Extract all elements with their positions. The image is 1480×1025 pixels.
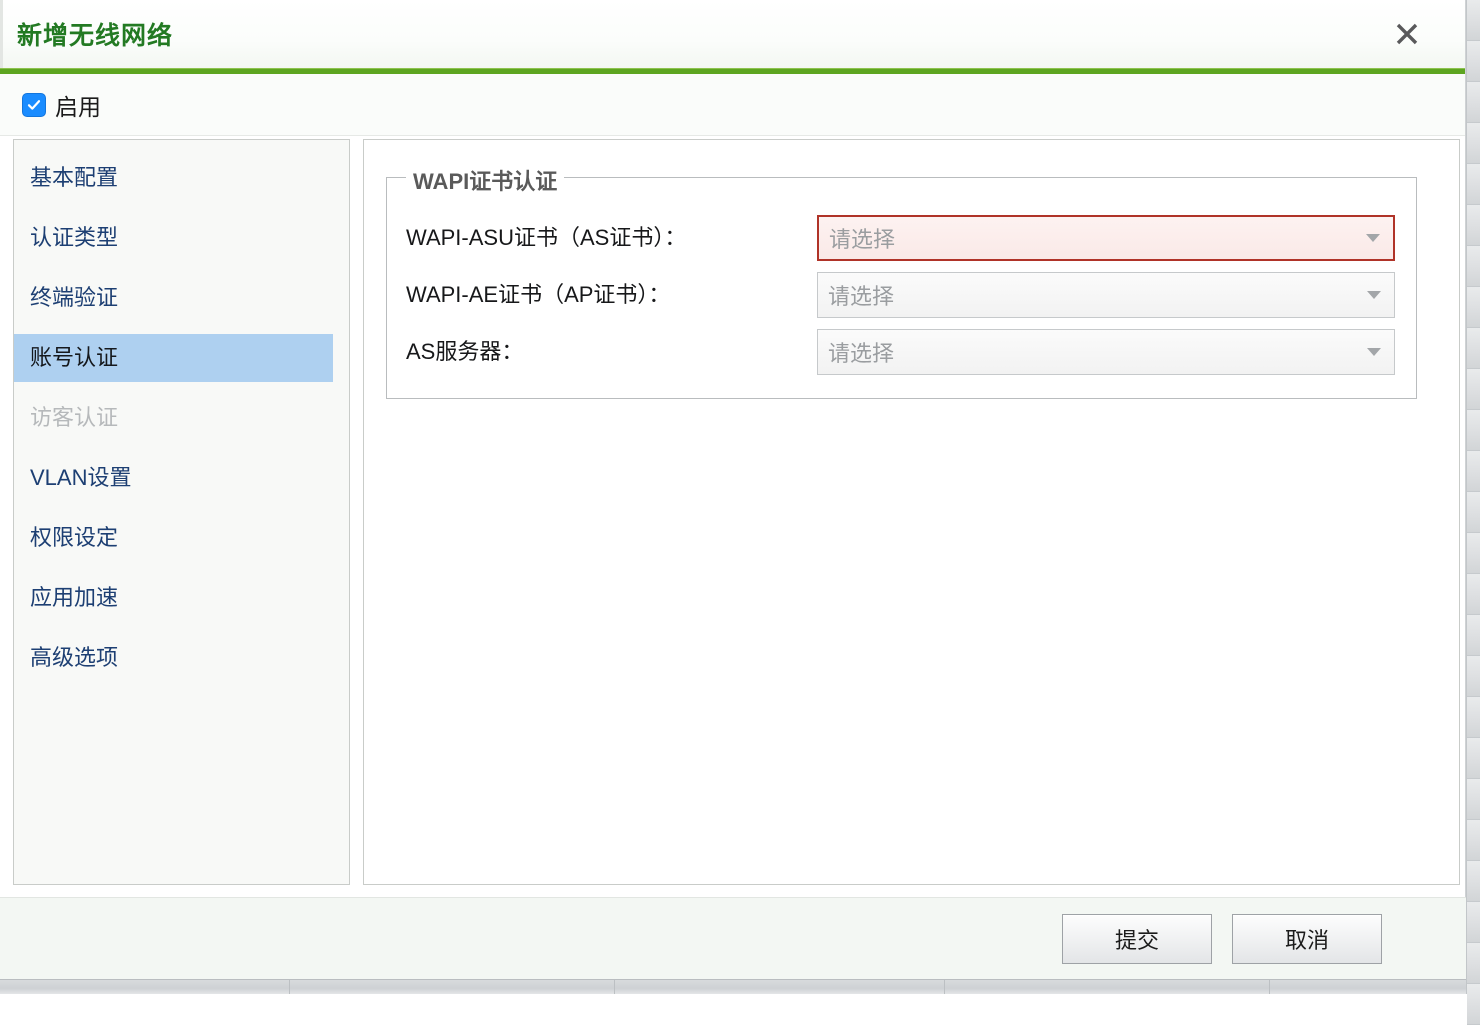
sidebar-item-terminal-verify[interactable]: 终端验证 [14,274,349,322]
background-table-row [1467,697,1480,738]
sidebar-item-guest-auth: 访客认证 [30,405,119,430]
as-server-select[interactable]: 请选择 [817,329,1395,375]
enable-checkbox[interactable] [22,92,46,117]
background-table-row [1467,533,1480,574]
wapi-ae-cert-value: 请选择 [828,284,895,309]
chevron-down-icon[interactable] [1354,330,1394,374]
background-table-row [1467,0,1480,41]
background-table-row [1467,41,1480,82]
wapi-cert-auth-fieldset: WAPI证书认证 WAPI-ASU证书（AS证书）： 请选择 WAPI-AE证书… [386,164,1417,399]
background-table-column [0,980,290,994]
sidebar-nav: 基本配置 认证类型 终端验证 账号认证 访客认证 VLAN设置 权限设定 应用加… [13,139,350,885]
background-table-column [945,980,1270,994]
add-wireless-network-dialog: 新增无线网络 启用 基本配置 认证类型 终端验证 账号认证 访客认证 VLAN设… [0,0,1466,979]
background-table-row [1467,205,1480,246]
enable-label: 启用 [55,93,101,120]
background-table-row [1467,902,1480,943]
chevron-down-icon[interactable] [1353,217,1393,259]
dialog-titlebar: 新增无线网络 [0,0,1465,68]
wapi-asu-cert-select[interactable]: 请选择 [817,215,1395,261]
background-table-row [1467,328,1480,369]
submit-button[interactable]: 提交 [1062,913,1212,964]
chevron-down-icon[interactable] [1354,273,1394,317]
background-table-row [1467,574,1480,615]
background-table-row [1467,164,1480,205]
background-table-header [0,979,1466,994]
enable-row: 启用 [0,74,1465,136]
as-server-label: AS服务器： [406,339,524,364]
form-row-wapi-asu-cert: WAPI-ASU证书（AS证书）： 请选择 [387,215,1416,261]
sidebar-item-basic-config[interactable]: 基本配置 [14,154,349,202]
wapi-asu-cert-value: 请选择 [829,227,896,252]
background-table-row [1467,861,1480,902]
background-table-column [615,980,945,994]
background-table-row [1467,615,1480,656]
wapi-ae-cert-label: WAPI-AE证书（AP证书）： [406,282,671,307]
dialog-footer: 提交 取消 [0,897,1466,979]
sidebar-item-vlan-settings[interactable]: VLAN设置 [14,454,349,502]
background-table-row [1467,451,1480,492]
background-table-row [1467,656,1480,697]
check-icon [27,99,41,110]
background-table-row [1467,246,1480,287]
background-table-row [1467,984,1480,1025]
cancel-button[interactable]: 取消 [1232,913,1382,964]
as-server-value: 请选择 [828,341,895,366]
background-table-row [1467,410,1480,451]
close-icon[interactable] [1387,14,1427,54]
background-table-row [1467,369,1480,410]
sidebar-item-app-acceleration[interactable]: 应用加速 [14,574,349,622]
background-table-row [1467,820,1480,861]
sidebar-item-account-auth[interactable]: 账号认证 [14,334,333,382]
form-row-wapi-ae-cert: WAPI-AE证书（AP证书）： 请选择 [387,272,1416,318]
background-table-row [1467,943,1480,984]
dialog-title: 新增无线网络 [17,22,174,50]
background-table-row [1467,738,1480,779]
background-table-row [1467,779,1480,820]
background-table-row [1467,287,1480,328]
background-table-row [1467,82,1480,123]
content-panel: WAPI证书认证 WAPI-ASU证书（AS证书）： 请选择 WAPI-AE证书… [363,139,1460,885]
sidebar-item-auth-type[interactable]: 认证类型 [14,214,349,262]
background-table-column [1270,980,1466,994]
background-table-column [290,980,615,994]
sidebar-item-permission-settings[interactable]: 权限设定 [14,514,349,562]
sidebar-item-advanced-options[interactable]: 高级选项 [14,634,349,682]
background-table-row [1467,492,1480,533]
background-table-rows [1466,0,1480,1025]
form-row-as-server: AS服务器： 请选择 [387,329,1416,375]
wapi-ae-cert-select[interactable]: 请选择 [817,272,1395,318]
background-table-row [1467,123,1480,164]
wapi-asu-cert-label: WAPI-ASU证书（AS证书）： [406,225,687,250]
fieldset-legend: WAPI证书认证 [406,164,565,196]
